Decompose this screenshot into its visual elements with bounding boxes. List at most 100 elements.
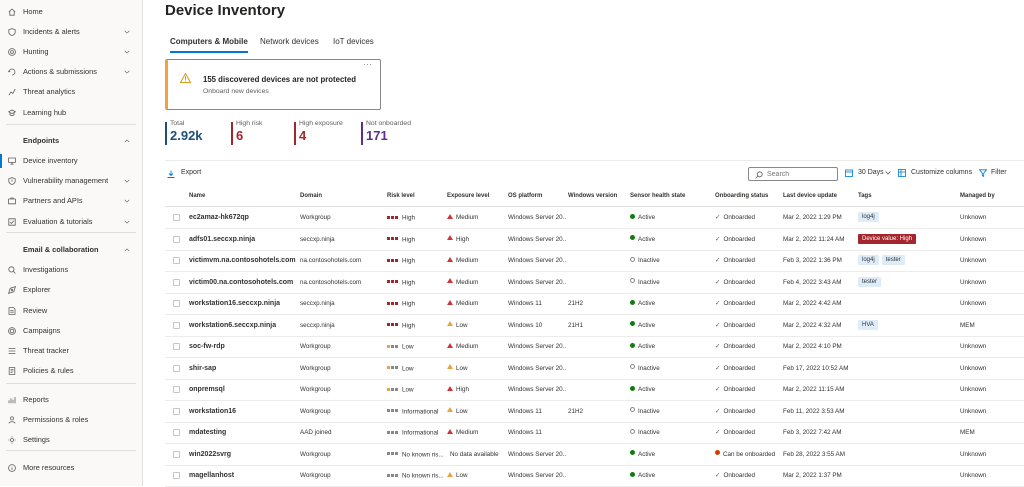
- sidebar-item-email-and-collaboration[interactable]: Email & collaboration: [0, 240, 142, 260]
- table-row[interactable]: onpremsql Workgroup Low High Windows Server …: [165, 379, 1024, 401]
- more-options-icon[interactable]: ···: [363, 60, 373, 69]
- row-checkbox[interactable]: [173, 407, 180, 415]
- stat-high-risk[interactable]: High risk 6: [231, 120, 262, 146]
- row-checkbox[interactable]: [173, 214, 180, 221]
- device-name-link[interactable]: workstation16: [189, 401, 297, 423]
- table-row[interactable]: victim00.na.contosohotels.com na.contosoh…: [165, 272, 1024, 294]
- onboard-new-devices-link[interactable]: Onboard new devices: [203, 88, 269, 95]
- table-row[interactable]: workstation6.seccxp.ninja seccxp.ninja Hig…: [165, 315, 1024, 337]
- tag-badge[interactable]: Device value: High: [858, 233, 917, 244]
- column-header-risk-level[interactable]: Risk level: [387, 193, 415, 199]
- column-header-onboarding-status[interactable]: Onboarding status: [715, 193, 768, 199]
- device-name-link[interactable]: victim00.na.contosohotels.com: [189, 272, 297, 294]
- unprotected-devices-banner[interactable]: 155 discovered devices are not protected…: [165, 59, 381, 110]
- column-header-windows-version[interactable]: Windows version: [568, 193, 617, 199]
- last-update-cell: Feb 4, 2022 3:43 AM: [783, 278, 842, 286]
- vulnerability-icon: [8, 177, 16, 185]
- column-header-os-platform[interactable]: OS platform: [508, 193, 542, 199]
- home-icon: [8, 8, 16, 16]
- column-header-name[interactable]: Name: [189, 193, 205, 199]
- table-row[interactable]: mdatesting AAD joined Informational Medium W…: [165, 422, 1024, 444]
- stat-label: High exposure: [299, 120, 343, 127]
- device-name-link[interactable]: workstation6.seccxp.ninja: [189, 315, 297, 337]
- sidebar-item-vulnerability-management[interactable]: Vulnerability management: [0, 171, 142, 191]
- device-name-link[interactable]: shir-sap: [189, 358, 297, 380]
- row-checkbox[interactable]: [173, 343, 180, 350]
- sidebar-item-hunting[interactable]: Hunting: [0, 42, 142, 62]
- sidebar-item-endpoints[interactable]: Endpoints: [0, 131, 142, 151]
- tab-computers-mobile[interactable]: Computers & Mobile: [170, 37, 248, 46]
- device-name-link[interactable]: ec2amaz-hk672qp: [189, 207, 297, 229]
- row-checkbox[interactable]: [173, 429, 180, 436]
- device-name-link[interactable]: soc-fw-rdp: [189, 336, 297, 358]
- row-checkbox[interactable]: [173, 450, 180, 458]
- sidebar-item-threat-tracker[interactable]: Threat tracker: [0, 341, 142, 361]
- tag-badge[interactable]: log4j: [858, 255, 879, 266]
- search-input-box[interactable]: [748, 167, 838, 181]
- tab-network-devices[interactable]: Network devices: [260, 37, 319, 46]
- stat-total[interactable]: Total 2.92k: [165, 120, 203, 146]
- table-row[interactable]: ec2amaz-hk672qp Workgroup High Medium Window…: [165, 207, 1024, 229]
- sidebar-item-evaluation-and-tutorials[interactable]: Evaluation & tutorials: [0, 212, 142, 232]
- device-name-link[interactable]: win2022svrg: [189, 444, 297, 466]
- row-checkbox[interactable]: [173, 300, 180, 307]
- search-input[interactable]: [767, 169, 835, 179]
- column-header-managed-by[interactable]: Managed by: [960, 193, 995, 199]
- table-row[interactable]: soc-fw-rdp Workgroup Low Medium Windows Serv…: [165, 336, 1024, 358]
- row-checkbox[interactable]: [173, 386, 180, 393]
- sidebar-item-settings[interactable]: Settings: [0, 430, 142, 450]
- tag-badge[interactable]: tester: [881, 255, 905, 266]
- stat-high-exposure[interactable]: High exposure 4: [294, 120, 343, 146]
- sidebar-item-more-resources[interactable]: More resources: [0, 458, 142, 478]
- device-name-link[interactable]: onpremsql: [189, 379, 297, 401]
- sidebar-item-incidents-and-alerts[interactable]: Incidents & alerts: [0, 22, 142, 42]
- sidebar-item-threat-analytics[interactable]: Threat analytics: [0, 82, 142, 102]
- onboarding-status-cell: ✓ Onboarded: [715, 229, 781, 251]
- column-header-sensor-health-state[interactable]: Sensor health state: [630, 193, 685, 199]
- device-name-link[interactable]: victimvm.na.contosohotels.com: [189, 250, 297, 272]
- device-name-link[interactable]: workstation16.seccxp.ninja: [189, 293, 297, 315]
- row-checkbox[interactable]: [173, 257, 180, 264]
- sidebar-item-partners-and-apis[interactable]: Partners and APIs: [0, 191, 142, 211]
- table-row[interactable]: workstation16.seccxp.ninja seccxp.ninja Hi…: [165, 293, 1024, 315]
- risk-bar-segment: [387, 473, 390, 477]
- sidebar-item-reports[interactable]: Reports: [0, 390, 142, 410]
- column-header-tags[interactable]: Tags: [858, 193, 872, 199]
- investigations-icon: [8, 266, 16, 274]
- row-checkbox[interactable]: [173, 235, 180, 243]
- sidebar-item-explorer[interactable]: Explorer: [0, 280, 142, 300]
- table-row[interactable]: workstation16 Workgroup Informational Low Wi…: [165, 401, 1024, 423]
- device-name-link[interactable]: mdatesting: [189, 422, 297, 444]
- tag-badge[interactable]: tester: [858, 276, 882, 287]
- table-row[interactable]: magellanhost Workgroup No known ris... Low W…: [165, 465, 1024, 487]
- sidebar-item-learning-hub[interactable]: Learning hub: [0, 103, 142, 123]
- sidebar-item-device-inventory[interactable]: Device inventory: [0, 151, 142, 171]
- device-name-link[interactable]: magellanhost: [189, 465, 297, 487]
- table-row[interactable]: shir-sap Workgroup Low Low Windows Server 20…: [165, 358, 1024, 380]
- sidebar-item-actions-and-submissions[interactable]: Actions & submissions: [0, 62, 142, 82]
- sidebar-item-investigations[interactable]: Investigations: [0, 260, 142, 280]
- column-header-exposure-level[interactable]: Exposure level: [447, 193, 489, 199]
- table-row[interactable]: adfs01.seccxp.ninja seccxp.ninja High High W…: [165, 229, 1024, 251]
- row-checkbox[interactable]: [173, 364, 180, 372]
- tag-badge[interactable]: log4j: [858, 212, 879, 223]
- sidebar-item-policies-and-rules[interactable]: Policies & rules: [0, 361, 142, 381]
- sidebar-item-permissions-and-roles[interactable]: Permissions & roles: [0, 410, 142, 430]
- sidebar-item-review[interactable]: Review: [0, 301, 142, 321]
- table-row[interactable]: victimvm.na.contosohotels.com na.contosoh…: [165, 250, 1024, 272]
- risk-level-text: Low: [402, 365, 414, 373]
- onboarding-status-cell: ✓ Onboarded: [715, 250, 781, 272]
- stat-not-onboarded[interactable]: Not onboarded 171: [361, 120, 411, 146]
- table-row[interactable]: win2022svrg Workgroup No known ris... No da…: [165, 444, 1024, 466]
- exposure-level-cell: No data available: [447, 444, 505, 466]
- tag-badge[interactable]: HVA: [858, 319, 878, 330]
- sidebar-item-home[interactable]: Home: [0, 2, 142, 22]
- tab-iot-devices[interactable]: IoT devices: [333, 37, 374, 46]
- sidebar-item-campaigns[interactable]: Campaigns: [0, 321, 142, 341]
- column-header-domain[interactable]: Domain: [300, 193, 322, 199]
- device-name-link[interactable]: adfs01.seccxp.ninja: [189, 229, 297, 251]
- row-checkbox[interactable]: [173, 278, 180, 286]
- row-checkbox[interactable]: [173, 472, 180, 479]
- row-checkbox[interactable]: [173, 321, 180, 329]
- column-header-last-device-update[interactable]: Last device update: [783, 193, 837, 199]
